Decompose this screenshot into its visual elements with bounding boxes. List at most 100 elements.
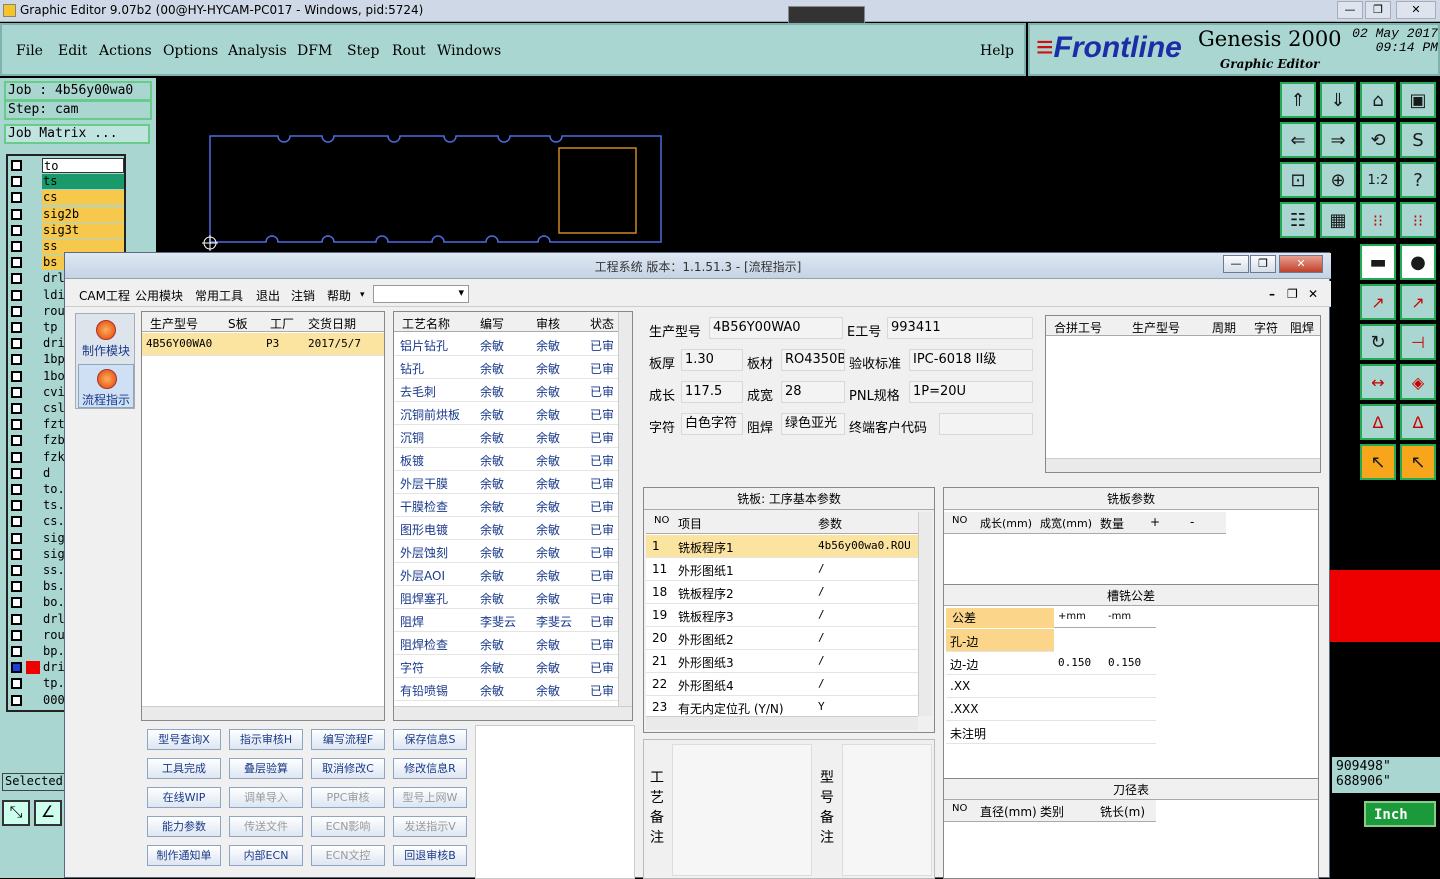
menu-options[interactable]: Options [163,43,218,59]
tool-cursor2-icon[interactable]: ↖ [1400,444,1436,480]
process-row[interactable]: 外层AOI 余敏 余敏 已审 [394,563,618,586]
model-note-field[interactable] [842,744,932,876]
col-cycle[interactable]: 周期 [1212,319,1236,336]
tool-grid-icon[interactable]: ▦ [1320,202,1356,238]
process-row[interactable]: 字符 余敏 余敏 已审 [394,655,618,678]
menu-actions[interactable]: Actions [99,43,152,59]
tool-home-icon[interactable]: ⌂ [1360,82,1396,118]
action-button[interactable]: 传送文件 [229,816,303,837]
length-field[interactable]: 117.5 [681,381,743,403]
process-row[interactable]: 去毛刺 余敏 余敏 已审 [394,379,618,402]
eno-field[interactable]: 993411 [887,317,1033,339]
col-mp-len[interactable]: 成长(mm) [980,515,1032,531]
process-row[interactable]: 钻孔 余敏 余敏 已审 [394,356,618,379]
layer-row[interactable]: sig3t [8,222,126,239]
menu-public-module[interactable]: 公用模块 [135,287,183,304]
mill-row[interactable]: 11 外形图纸1/ [646,558,918,581]
layer-row[interactable]: ts [8,174,126,190]
layer-row[interactable]: to [8,158,126,174]
dialog-combo[interactable] [373,285,469,303]
units-toggle[interactable]: Inch [1364,801,1436,827]
action-button[interactable]: 型号查询X [147,729,221,750]
tool-rotate-icon[interactable]: ↻ [1360,324,1396,360]
layer-checkbox[interactable] [11,176,22,188]
menu-logout[interactable]: 注销 [291,287,315,304]
layer-checkbox[interactable] [11,273,22,285]
layer-checkbox[interactable] [11,305,22,317]
layer-checkbox[interactable] [11,646,22,657]
col-delivery[interactable]: 交货日期 [308,315,356,332]
col-factory[interactable]: 工厂 [270,315,294,332]
col-mp-qty[interactable]: 数量 [1100,515,1124,532]
process-row[interactable]: 沉铜前烘板 余敏 余敏 已审 [394,402,618,425]
tool-window-icon[interactable]: ▣ [1400,82,1436,118]
process-row[interactable]: 外层干膜 余敏 余敏 已审 [394,471,618,494]
action-button[interactable]: 内部ECN [229,845,303,866]
thickness-field[interactable]: 1.30 [681,349,743,371]
tool-mirror-icon[interactable]: ⟲ [1360,122,1396,158]
layer-checkbox[interactable] [11,662,22,674]
standard-field[interactable]: IPC-6018 II级 [909,349,1033,371]
job-matrix-button[interactable]: Job Matrix ... [4,124,150,144]
layer-checkbox[interactable] [11,678,22,690]
model-field[interactable]: 4B56Y00WA0 [709,317,843,339]
layer-row[interactable]: sig2b [8,206,126,223]
action-button[interactable]: 叠层验算 [229,758,303,779]
side-make-module[interactable]: 制作模块 [78,316,134,360]
col-mp-plus[interactable]: + [1150,515,1160,529]
menu-exit[interactable]: 退出 [256,287,280,304]
step-field[interactable]: Step: cam [4,100,152,120]
layer-checkbox[interactable] [11,516,22,528]
tool-save-icon[interactable]: ⇓ [1320,82,1356,118]
layer-checkbox[interactable] [11,451,22,463]
customer-field[interactable] [939,413,1033,435]
col-status[interactable]: 状态 [590,315,614,332]
layer-checkbox[interactable] [11,613,22,625]
action-button[interactable]: 回退审核B [393,845,467,866]
layer-checkbox[interactable] [11,354,22,366]
dialog-minimize-button[interactable]: — [1223,255,1249,273]
mill-row[interactable]: 19 铣板程序3/ [646,604,918,627]
col-writer[interactable]: 编写 [480,315,504,332]
col-mask[interactable]: 阻焊 [1290,319,1314,336]
tool-shapes-icon[interactable]: ◈ [1400,364,1436,400]
action-button[interactable]: PPC审核 [311,787,385,808]
col-param[interactable]: 参数 [818,515,842,532]
process-vscroll[interactable] [618,312,632,706]
menu-dfm[interactable]: DFM [297,43,332,59]
mill-row[interactable]: 21 外形图纸3/ [646,650,918,673]
col-mp-minus[interactable]: - [1190,515,1194,529]
action-button[interactable]: 能力参数 [147,816,221,837]
menu-windows[interactable]: Windows [437,43,501,59]
process-row[interactable]: 沉铜 余敏 余敏 已审 [394,425,618,448]
col-tool-type[interactable]: 类别 [1040,803,1064,820]
tool-measure2-icon[interactable]: ↗ [1400,284,1436,320]
tool-center-icon[interactable]: ⊕ [1320,162,1356,198]
action-button[interactable]: 修改信息R [393,758,467,779]
col-model[interactable]: 生产型号 [150,315,198,332]
maximize-button[interactable]: ❐ [1365,1,1391,19]
process-row[interactable]: 干膜检查 余敏 余敏 已审 [394,494,618,517]
dialog-maximize-button[interactable]: ❐ [1250,255,1276,273]
layer-checkbox[interactable] [11,467,22,479]
mill-hscroll[interactable] [646,716,918,730]
layer-checkbox[interactable] [11,597,22,609]
process-row[interactable]: 铝片钻孔 余敏 余敏 已审 [394,333,618,356]
action-button[interactable]: 保存信息S [393,729,467,750]
menu-edit[interactable]: Edit [58,43,87,59]
action-button[interactable]: 在线WIP [147,787,221,808]
layer-checkbox[interactable] [11,322,22,333]
menu-rout[interactable]: Rout [392,43,426,59]
action-button[interactable]: ECN文控 [311,845,385,866]
action-button[interactable]: 调单导入 [229,787,303,808]
tool-right-icon[interactable]: ⇒ [1320,122,1356,158]
col-tool-no[interactable]: NO [952,803,967,814]
job-field[interactable]: Job : 4b56y00wa0 [4,81,152,101]
menu-step[interactable]: Step [347,43,379,59]
tool-span-icon[interactable]: ↔ [1360,364,1396,400]
combine-hscroll[interactable] [1046,458,1320,472]
tool-snake-icon[interactable]: S [1400,122,1436,158]
tolerance-row[interactable]: 边-边 0.150 0.150 [946,652,1156,675]
layer-checkbox[interactable] [11,208,22,220]
tool-dot-icon[interactable]: ● [1400,244,1436,280]
